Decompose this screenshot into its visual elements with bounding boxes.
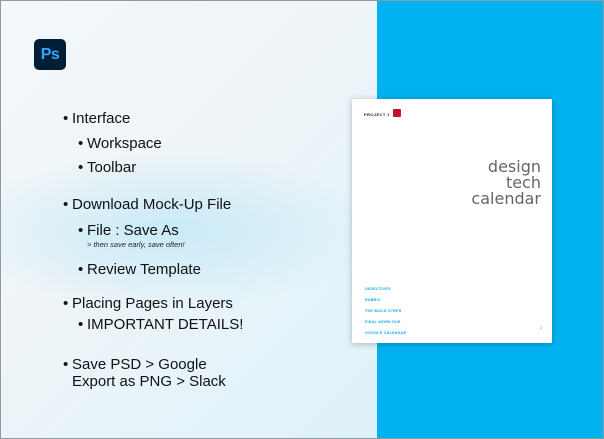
bullet-sub-item: • IMPORTANT DETAILS! bbox=[78, 316, 244, 333]
bullet-list: • Interface • Workspace • Toolbar • Download… bbox=[1, 1, 341, 438]
bullet-sub-item: • Workspace bbox=[78, 135, 162, 152]
bullet-sub-item: • Toolbar bbox=[78, 159, 137, 176]
bullet-item: • Save PSD > Google bbox=[63, 356, 207, 373]
bullet-text: Workspace bbox=[87, 135, 162, 152]
title-line: calendar bbox=[471, 189, 541, 208]
bullet-sub-item: • File : Save As bbox=[78, 222, 179, 239]
bullet-text: Review Template bbox=[87, 261, 201, 278]
document-title: design tech calendar bbox=[471, 159, 541, 207]
document-link: RUBRIC bbox=[365, 298, 381, 302]
mockup-document-preview: PROJECT 1 design tech calendar OBJECTIVE… bbox=[352, 99, 552, 343]
bullet-text: Toolbar bbox=[87, 159, 137, 176]
bullet-text: IMPORTANT DETAILS! bbox=[87, 316, 244, 333]
bullet-item: • Download Mock-Up File bbox=[63, 196, 232, 213]
bullet-sub-item: • Review Template bbox=[78, 261, 201, 278]
document-link-list: OBJECTIVES RUBRIC THE BUILD STEPS FINAL … bbox=[365, 284, 406, 339]
project-label: PROJECT 1 bbox=[364, 112, 390, 117]
document-link: GOOGLE CALENDAR bbox=[365, 331, 407, 335]
bullet-item: • Interface bbox=[63, 110, 131, 127]
bullet-item: • Placing Pages in Layers bbox=[63, 295, 233, 312]
bullet-text: Placing Pages in Layers bbox=[72, 295, 233, 312]
document-link: FINAL WORK DUE bbox=[365, 320, 401, 324]
project-badge-icon bbox=[393, 109, 401, 117]
bullet-text: Save PSD > Google bbox=[72, 356, 207, 373]
bullet-text: Download Mock-Up File bbox=[72, 196, 232, 213]
document-link: THE BUILD STEPS bbox=[365, 309, 402, 313]
presentation-slide: Ps • Interface • Workspace • Toolbar • Downl… bbox=[0, 0, 604, 439]
bullet-text: Interface bbox=[72, 110, 131, 127]
bullet-continuation: Export as PNG > Slack bbox=[72, 373, 226, 390]
document-link: OBJECTIVES bbox=[365, 287, 391, 291]
bullet-text: File : Save As bbox=[87, 222, 179, 239]
save-tip-note: > then save early, save often! bbox=[87, 240, 185, 249]
page-number: 2 bbox=[540, 326, 542, 330]
